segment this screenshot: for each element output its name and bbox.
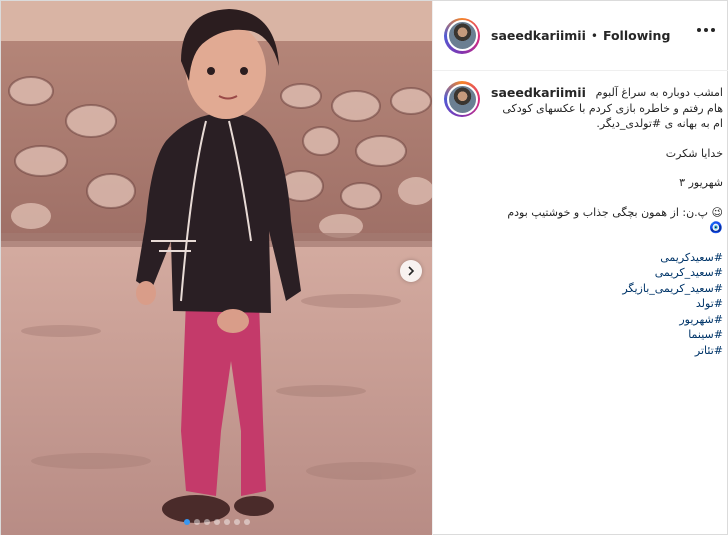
- post-sidebar: saeedkariimii • Following saeedkariimii …: [432, 1, 728, 535]
- hashtag-link[interactable]: #شهریور: [491, 312, 723, 328]
- hashtag-link[interactable]: #تولد: [491, 296, 723, 312]
- hashtag-link[interactable]: #سعید_کریمی: [491, 265, 723, 281]
- caption-line: هام رفتم و خاطره بازی کردم با عکسهای کود…: [502, 101, 723, 115]
- hashtag-link[interactable]: #سینما: [491, 327, 723, 343]
- carousel-dot: [193, 519, 200, 525]
- caption-line: 😉 پ.ن: از همون بچگی جذاب و خوشتیپ بودم: [507, 205, 723, 219]
- avatar-image: [446, 20, 478, 51]
- carousel-dot: [213, 519, 220, 525]
- post-header: saeedkariimii • Following: [433, 1, 728, 71]
- more-dot-icon: [711, 28, 715, 32]
- nazar-emoji: 🧿: [709, 221, 723, 234]
- carousel-dot: [233, 519, 240, 525]
- caption-text: saeedkariimii امشب دوباره به سراغ آلبوم …: [491, 85, 723, 358]
- hashtag-link[interactable]: #سعید_کریمی_بازیگر: [491, 281, 723, 297]
- carousel-dot: [223, 519, 230, 525]
- caption-username[interactable]: saeedkariimii: [491, 85, 586, 101]
- separator-dot: •: [590, 28, 598, 43]
- caption-line: ام به بهانه ی #تولدی_دیگر.: [596, 117, 723, 130]
- hashtag-link[interactable]: #سعیدکریمی: [491, 250, 723, 266]
- next-slide-button[interactable]: [400, 260, 422, 282]
- hashtag-link[interactable]: #تئاتر: [491, 343, 723, 359]
- avatar-image: [446, 83, 478, 115]
- carousel-indicator: [1, 519, 432, 525]
- carousel-dot: [183, 519, 190, 525]
- author-avatar[interactable]: [444, 17, 480, 54]
- caption-first-line: saeedkariimii امشب دوباره به سراغ آلبوم: [491, 85, 723, 101]
- more-dot-icon: [697, 28, 701, 32]
- instagram-post: saeedkariimii • Following saeedkariimii …: [0, 0, 728, 535]
- more-dot-icon: [704, 28, 708, 32]
- caption-line: امشب دوباره به سراغ آلبوم: [595, 86, 723, 99]
- caption-line: خدایا شکرت: [665, 146, 723, 160]
- author-username[interactable]: saeedkariimii: [491, 28, 586, 43]
- post-photo[interactable]: [1, 1, 432, 535]
- chevron-right-icon: [408, 266, 415, 276]
- carousel-dot: [203, 519, 210, 525]
- carousel-dot: [243, 519, 250, 525]
- following-button[interactable]: Following: [603, 28, 670, 43]
- caption-line: شهریور ۳: [679, 176, 723, 189]
- more-options-button[interactable]: [697, 28, 715, 32]
- caption-avatar[interactable]: [444, 81, 480, 117]
- child-photo-illustration: [1, 1, 432, 535]
